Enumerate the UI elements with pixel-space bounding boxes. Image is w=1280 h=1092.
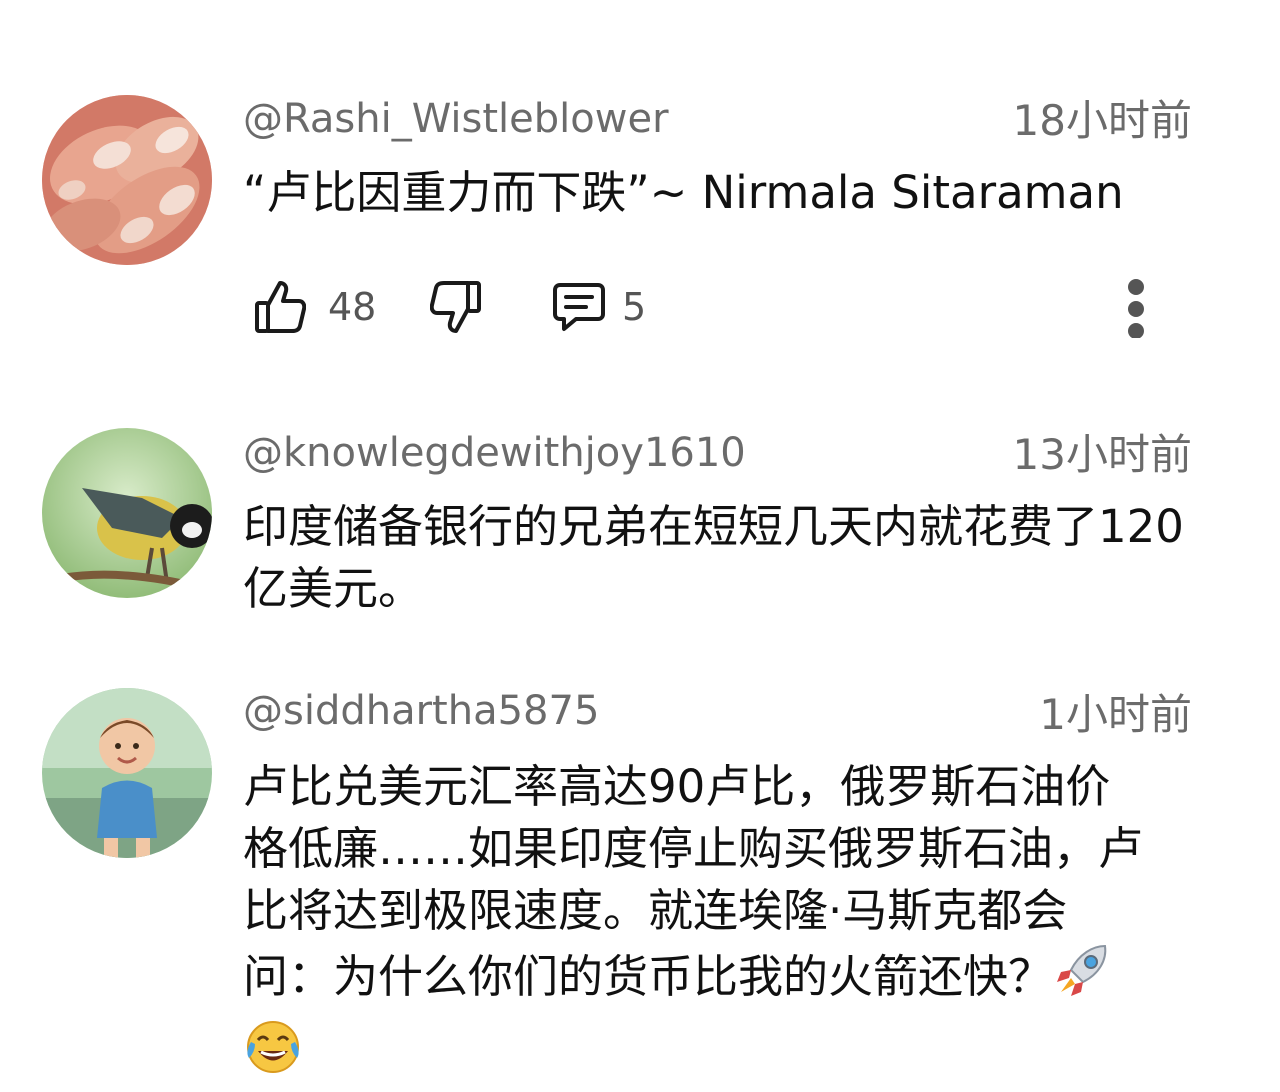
comment-author-handle[interactable]: @siddhartha5875 bbox=[243, 686, 599, 736]
comment-text-line bbox=[243, 1018, 1243, 1092]
comment-text-line: 问：为什么你们的货币比我的火箭还快？ bbox=[243, 950, 1054, 1003]
comment-text-line: 格低廉……如果印度停止购买俄罗斯石油，卢 bbox=[243, 822, 1144, 875]
comment-3: @siddhartha5875 1小时前 卢比兑美元汇率高达90卢比，俄罗斯石油… bbox=[0, 0, 1280, 1073]
avatar[interactable] bbox=[42, 688, 212, 858]
rocket-emoji bbox=[1053, 942, 1111, 1018]
comment-text-line: 卢比兑美元汇率高达90卢比，俄罗斯石油价 bbox=[243, 760, 1111, 813]
comment-text-line: 比将达到极限速度。就连埃隆·马斯克都会 bbox=[243, 884, 1068, 937]
avatar-boy-image bbox=[42, 688, 212, 858]
comment-text-line-with-emoji: 问：为什么你们的货币比我的火箭还快？ bbox=[243, 942, 1243, 1018]
comment-timestamp: 1小时前 bbox=[1039, 690, 1192, 739]
tears-of-joy-emoji bbox=[243, 1018, 303, 1092]
comment-text: 卢比兑美元汇率高达90卢比，俄罗斯石油价 格低廉……如果印度停止购买俄罗斯石油，… bbox=[243, 756, 1243, 1092]
